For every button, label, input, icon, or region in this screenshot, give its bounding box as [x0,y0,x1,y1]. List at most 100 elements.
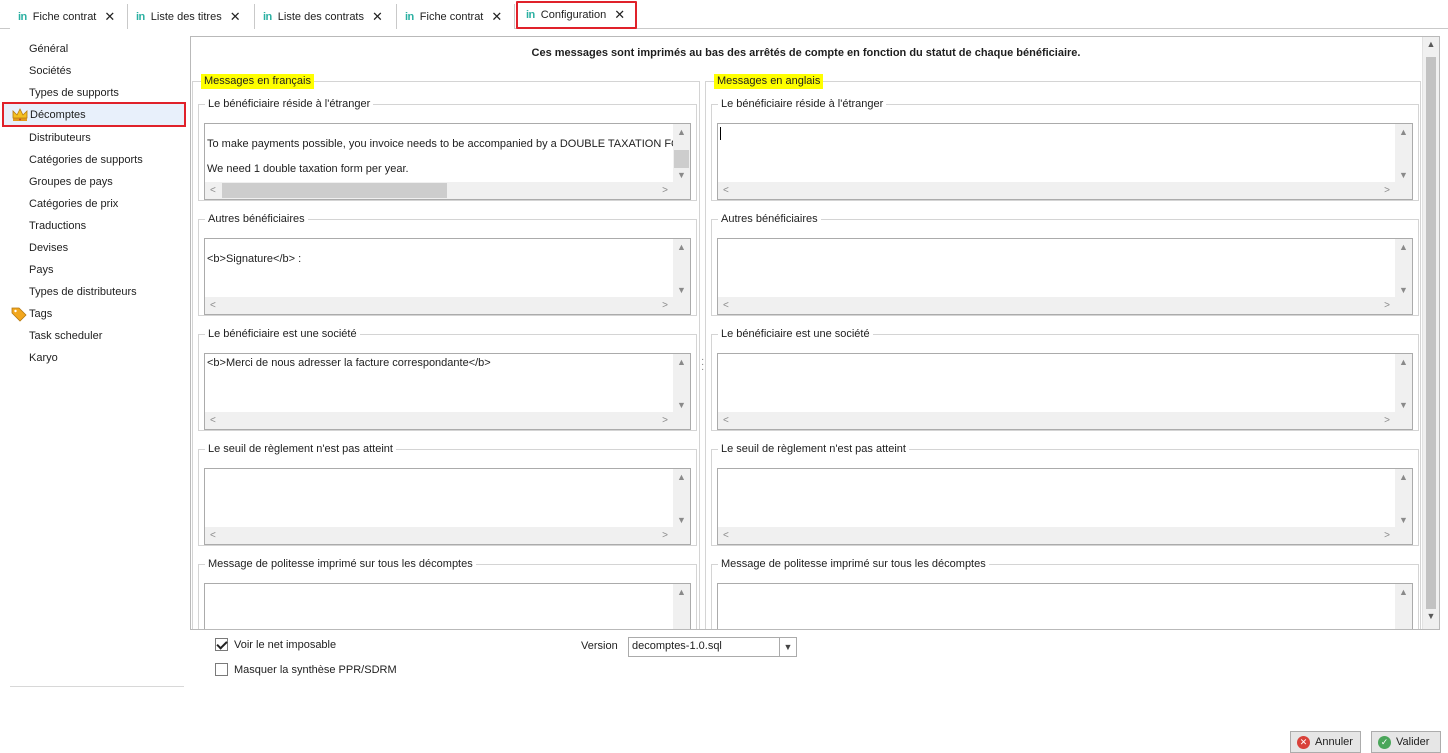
vertical-scrollbar[interactable]: ▲▼ [1395,124,1412,183]
vertical-scrollbar[interactable]: ▲▼ [673,584,690,629]
scroll-left-icon[interactable]: < [723,527,729,544]
horizontal-scrollbar[interactable]: < > [718,182,1395,199]
scrollbar-thumb[interactable] [674,150,689,168]
scroll-up-icon[interactable]: ▲ [673,242,690,252]
horizontal-scrollbar[interactable]: < > [205,297,673,314]
sidebar-item-tags[interactable]: Tags [8,303,184,325]
scroll-up-icon[interactable]: ▲ [673,127,690,137]
horizontal-scrollbar[interactable]: < > [718,527,1395,544]
close-icon[interactable]: ✕ [104,9,115,25]
scroll-up-icon[interactable]: ▲ [673,587,690,597]
hide-ppr-checkbox[interactable] [215,663,228,676]
version-select[interactable]: decomptes-1.0.sql ▼ [628,637,797,657]
sidebar-item-karyo[interactable]: Karyo [8,347,184,369]
en-company-textarea[interactable]: ▲ ▼ < > [717,353,1413,430]
horizontal-scrollbar[interactable]: < > [205,527,673,544]
scroll-left-icon[interactable]: < [210,412,216,429]
scroll-right-icon[interactable]: > [1384,412,1390,429]
chevron-down-icon[interactable]: ▼ [779,638,796,656]
fr-company-textarea[interactable]: <b>Merci de nous adresser la facture cor… [204,353,691,430]
vertical-scrollbar[interactable]: ▲ ▼ [673,124,690,183]
horizontal-scrollbar[interactable]: < > [205,412,673,429]
vertical-scrollbar[interactable]: ▲▼ [673,239,690,298]
sidebar-item-traductions[interactable]: Traductions [8,215,184,237]
scroll-left-icon[interactable]: < [210,297,216,314]
scroll-down-icon[interactable]: ▼ [1395,400,1412,410]
sidebar-item-general[interactable]: Général [8,38,184,60]
scroll-up-icon[interactable]: ▲ [1395,587,1412,597]
scroll-down-icon[interactable]: ▼ [1395,515,1412,525]
scroll-up-icon[interactable]: ▲ [1395,472,1412,482]
close-icon[interactable]: ✕ [491,9,502,25]
sidebar-item-task-scheduler[interactable]: Task scheduler [8,325,184,347]
fr-threshold-textarea[interactable]: ▲ ▼ < > [204,468,691,545]
vertical-scrollbar[interactable]: ▲▼ [1395,239,1412,298]
sidebar-item-types-de-supports[interactable]: Types de supports [8,82,184,104]
tab-fiche-contrat-1[interactable]: in Fiche contrat ✕ [10,4,128,29]
validate-button[interactable]: ✓ Valider [1371,731,1441,753]
horizontal-scrollbar[interactable]: < > [718,412,1395,429]
scroll-left-icon[interactable]: < [723,412,729,429]
scroll-up-icon[interactable]: ▲ [673,472,690,482]
tab-liste-des-titres[interactable]: in Liste des titres ✕ [128,4,255,29]
vertical-scrollbar[interactable]: ▲▼ [1395,354,1412,413]
scrollbar-thumb[interactable] [1426,57,1436,609]
vertical-scrollbar[interactable]: ▲▼ [673,354,690,413]
scroll-left-icon[interactable]: < [723,297,729,314]
scroll-up-icon[interactable]: ▲ [1395,127,1412,137]
vertical-scrollbar[interactable]: ▲▼ [1395,584,1412,629]
scroll-down-icon[interactable]: ▼ [673,285,690,295]
scroll-down-icon[interactable]: ▼ [673,400,690,410]
hide-ppr-option[interactable]: Masquer la synthèse PPR/SDRM [215,663,397,676]
scroll-right-icon[interactable]: > [1384,182,1390,199]
scroll-right-icon[interactable]: > [662,412,668,429]
fr-other-beneficiaries-textarea[interactable]: <b>Signature</b> : ▲ ▼ < > [204,238,691,315]
scroll-down-icon[interactable]: ▼ [1395,285,1412,295]
sidebar-item-groupes-de-pays[interactable]: Groupes de pays [8,171,184,193]
show-net-taxable-option[interactable]: Voir le net imposable [215,638,336,651]
scroll-right-icon[interactable]: > [662,182,668,199]
vertical-scrollbar[interactable]: ▲▼ [1395,469,1412,528]
sidebar-item-devises[interactable]: Devises [8,237,184,259]
show-net-taxable-checkbox[interactable] [215,638,228,651]
sidebar-item-distributeurs[interactable]: Distributeurs [8,127,184,149]
en-foreign-resident-textarea[interactable]: ▲ ▼ < > [717,123,1413,200]
scrollbar-thumb[interactable] [222,183,447,198]
sidebar-item-decomptes[interactable]: Décomptes [2,102,186,127]
scroll-left-icon[interactable]: < [210,182,216,199]
scroll-down-icon[interactable]: ▼ [1423,611,1439,627]
scroll-down-icon[interactable]: ▼ [673,170,690,180]
sidebar-item-categories-de-prix[interactable]: Catégories de prix [8,193,184,215]
tab-liste-des-contrats[interactable]: in Liste des contrats ✕ [255,4,397,29]
fr-foreign-resident-textarea[interactable]: To make payments possible, you invoice n… [204,123,691,200]
column-splitter[interactable]: · · · [701,355,704,375]
sidebar-item-categories-de-supports[interactable]: Catégories de supports [8,149,184,171]
scroll-right-icon[interactable]: > [662,527,668,544]
tab-fiche-contrat-2[interactable]: in Fiche contrat ✕ [397,4,515,29]
close-icon[interactable]: ✕ [372,9,383,25]
scroll-right-icon[interactable]: > [1384,297,1390,314]
cancel-button[interactable]: ✕ Annuler [1290,731,1361,753]
scroll-up-icon[interactable]: ▲ [673,357,690,367]
scroll-right-icon[interactable]: > [1384,527,1390,544]
horizontal-scrollbar[interactable]: < > [205,182,673,199]
panel-vertical-scrollbar[interactable]: ▲ ▼ [1422,37,1439,629]
scroll-left-icon[interactable]: < [723,182,729,199]
scroll-up-icon[interactable]: ▲ [1395,357,1412,367]
horizontal-scrollbar[interactable]: < > [718,297,1395,314]
scroll-up-icon[interactable]: ▲ [1423,39,1439,55]
close-icon[interactable]: ✕ [230,9,241,25]
vertical-scrollbar[interactable]: ▲▼ [673,469,690,528]
fr-courtesy-textarea[interactable]: ▲▼ [204,583,691,629]
scroll-down-icon[interactable]: ▼ [673,515,690,525]
en-courtesy-textarea[interactable]: ▲▼ [717,583,1413,629]
scroll-down-icon[interactable]: ▼ [1395,170,1412,180]
scroll-right-icon[interactable]: > [662,297,668,314]
sidebar-item-pays[interactable]: Pays [8,259,184,281]
close-icon[interactable]: ✕ [614,7,625,23]
tab-configuration[interactable]: in Configuration ✕ [516,1,637,29]
scroll-up-icon[interactable]: ▲ [1395,242,1412,252]
en-other-beneficiaries-textarea[interactable]: ▲ ▼ < > [717,238,1413,315]
scroll-left-icon[interactable]: < [210,527,216,544]
sidebar-item-societes[interactable]: Sociétés [8,60,184,82]
